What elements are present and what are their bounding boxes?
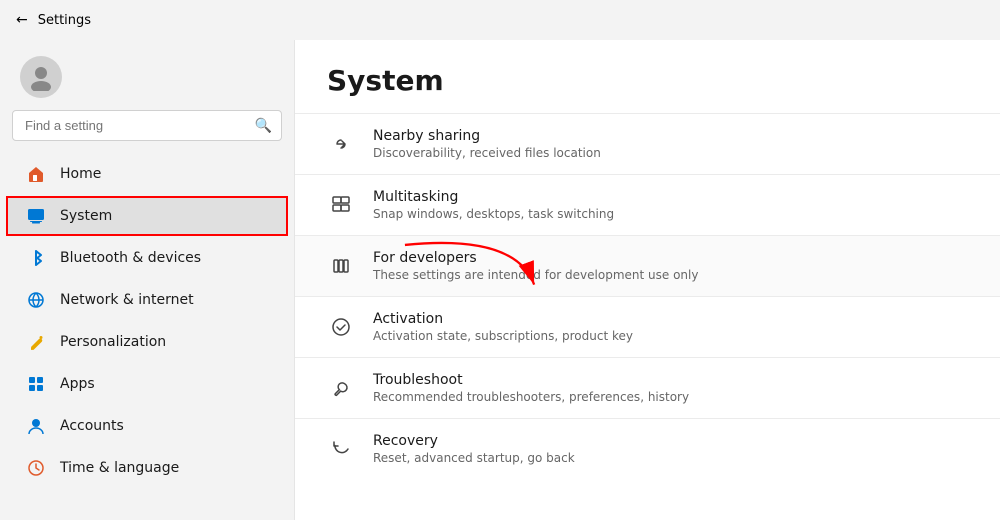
recovery-text: Recovery Reset, advanced startup, go back bbox=[373, 433, 575, 465]
sidebar-item-personalization[interactable]: Personalization bbox=[6, 322, 288, 362]
multitasking-text: Multitasking Snap windows, desktops, task… bbox=[373, 189, 614, 221]
main-content: System Nearby sharing Discoverability, re… bbox=[294, 40, 1000, 520]
recovery-icon bbox=[327, 435, 355, 463]
nearby-sharing-title: Nearby sharing bbox=[373, 128, 601, 144]
sidebar-item-label-personalization: Personalization bbox=[60, 334, 268, 350]
multitasking-icon bbox=[327, 191, 355, 219]
sidebar-profile bbox=[0, 40, 294, 110]
sidebar-item-time[interactable]: Time & language bbox=[6, 448, 288, 488]
settings-item-recovery[interactable]: Recovery Reset, advanced startup, go back bbox=[295, 418, 1000, 479]
settings-item-troubleshoot[interactable]: Troubleshoot Recommended troubleshooters,… bbox=[295, 357, 1000, 418]
for-developers-text: For developers These settings are intende… bbox=[373, 250, 698, 282]
sidebar-item-label-apps: Apps bbox=[60, 376, 268, 392]
sidebar-item-label-system: System bbox=[60, 208, 268, 224]
back-button[interactable]: ← bbox=[16, 12, 28, 28]
for-developers-title: For developers bbox=[373, 250, 698, 266]
multitasking-title: Multitasking bbox=[373, 189, 614, 205]
settings-item-nearby-sharing[interactable]: Nearby sharing Discoverability, received … bbox=[295, 113, 1000, 174]
recovery-title: Recovery bbox=[373, 433, 575, 449]
activation-text: Activation Activation state, subscription… bbox=[373, 311, 633, 343]
nearby-sharing-icon bbox=[327, 130, 355, 158]
sidebar-nav: Home System Bluetooth & devices Network & i… bbox=[0, 153, 294, 489]
sidebar-item-home[interactable]: Home bbox=[6, 154, 288, 194]
sidebar-item-label-home: Home bbox=[60, 166, 268, 182]
multitasking-subtitle: Snap windows, desktops, task switching bbox=[373, 207, 614, 221]
search-input[interactable] bbox=[12, 110, 282, 141]
sidebar-item-label-network: Network & internet bbox=[60, 292, 268, 308]
for-developers-icon bbox=[327, 252, 355, 280]
time-icon bbox=[26, 458, 46, 478]
activation-icon bbox=[327, 313, 355, 341]
title-bar: ← Settings bbox=[0, 0, 1000, 40]
sidebar-item-apps[interactable]: Apps bbox=[6, 364, 288, 404]
for-developers-subtitle: These settings are intended for developm… bbox=[373, 268, 698, 282]
sidebar-item-label-accounts: Accounts bbox=[60, 418, 268, 434]
settings-item-multitasking[interactable]: Multitasking Snap windows, desktops, task… bbox=[295, 174, 1000, 235]
home-icon bbox=[26, 164, 46, 184]
system-icon bbox=[26, 206, 46, 226]
troubleshoot-text: Troubleshoot Recommended troubleshooters,… bbox=[373, 372, 689, 404]
accounts-icon bbox=[26, 416, 46, 436]
sidebar-item-bluetooth[interactable]: Bluetooth & devices bbox=[6, 238, 288, 278]
app-title: Settings bbox=[38, 13, 91, 28]
settings-item-activation[interactable]: Activation Activation state, subscription… bbox=[295, 296, 1000, 357]
page-title: System bbox=[327, 64, 968, 97]
content-header: System bbox=[295, 40, 1000, 113]
sidebar-item-accounts[interactable]: Accounts bbox=[6, 406, 288, 446]
sidebar-item-network[interactable]: Network & internet bbox=[6, 280, 288, 320]
recovery-subtitle: Reset, advanced startup, go back bbox=[373, 451, 575, 465]
avatar bbox=[20, 56, 62, 98]
sidebar-item-label-bluetooth: Bluetooth & devices bbox=[60, 250, 268, 266]
search-icon: 🔍 bbox=[255, 118, 272, 134]
apps-icon bbox=[26, 374, 46, 394]
nearby-sharing-text: Nearby sharing Discoverability, received … bbox=[373, 128, 601, 160]
settings-list: Nearby sharing Discoverability, received … bbox=[295, 113, 1000, 479]
troubleshoot-subtitle: Recommended troubleshooters, preferences… bbox=[373, 390, 689, 404]
network-icon bbox=[26, 290, 46, 310]
nearby-sharing-subtitle: Discoverability, received files location bbox=[373, 146, 601, 160]
troubleshoot-title: Troubleshoot bbox=[373, 372, 689, 388]
personalization-icon bbox=[26, 332, 46, 352]
troubleshoot-icon bbox=[327, 374, 355, 402]
bluetooth-icon bbox=[26, 248, 46, 268]
activation-subtitle: Activation state, subscriptions, product… bbox=[373, 329, 633, 343]
settings-item-for-developers[interactable]: For developers These settings are intende… bbox=[295, 235, 1000, 296]
sidebar: 🔍 Home System Bluetooth & devices Network &… bbox=[0, 40, 294, 520]
sidebar-item-system[interactable]: System bbox=[6, 196, 288, 236]
search-container: 🔍 bbox=[12, 110, 282, 141]
activation-title: Activation bbox=[373, 311, 633, 327]
sidebar-item-label-time: Time & language bbox=[60, 460, 268, 476]
